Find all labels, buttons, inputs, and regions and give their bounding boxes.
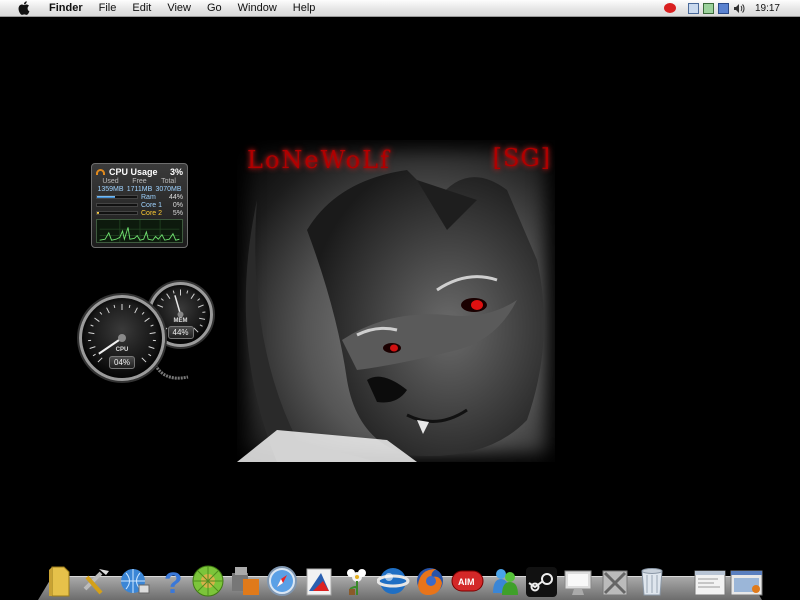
gauge-tick xyxy=(197,304,204,308)
aim-icon[interactable]: AIM xyxy=(451,562,484,600)
steam-icon[interactable] xyxy=(525,562,558,600)
tray-network-icon[interactable] xyxy=(687,2,699,14)
menu-view[interactable]: View xyxy=(159,0,199,17)
ram-bar-row: Ram 44% xyxy=(96,193,183,201)
gauge-tick xyxy=(144,317,150,322)
apple-menu-icon[interactable] xyxy=(17,1,31,15)
ram-bar-fill xyxy=(97,196,115,198)
wallpaper-title: LoNeWoLf xyxy=(247,146,391,174)
cpu-gauge-label: CPU xyxy=(115,347,129,353)
wolf-illustration xyxy=(237,170,545,462)
aim-label: AIM xyxy=(458,577,475,587)
ram-percent: 44% xyxy=(168,193,183,201)
menu-clock[interactable]: 19:17 xyxy=(755,3,780,14)
dock: ? AIM xyxy=(42,556,763,600)
gauge-tick xyxy=(166,293,171,299)
cpu-history-graph xyxy=(96,219,183,243)
melon-app-icon[interactable] xyxy=(192,562,225,600)
svg-text:?: ? xyxy=(164,567,182,599)
ram-bar xyxy=(96,195,138,199)
core2-label: Core 2 xyxy=(141,209,163,217)
core2-bar-fill xyxy=(97,212,99,214)
cpu-widget-header: CPU Usage 3% xyxy=(96,167,183,177)
ram-label: Ram xyxy=(141,193,156,201)
trash-icon[interactable] xyxy=(636,562,669,600)
memory-gauge-needle xyxy=(174,295,182,315)
core1-label: Core 1 xyxy=(141,201,163,209)
gauge-tick xyxy=(193,327,199,333)
value-used: 1359MB xyxy=(97,186,124,193)
gauge-icon xyxy=(96,169,105,175)
browser-globe-icon[interactable] xyxy=(377,562,410,600)
header-free: Free xyxy=(132,178,147,185)
menu-edit[interactable]: Edit xyxy=(124,0,159,17)
safari-icon[interactable] xyxy=(266,562,299,600)
core2-bar-row: Core 2 5% xyxy=(96,209,183,217)
tray-display-icon[interactable] xyxy=(717,2,729,14)
gauge-tick xyxy=(99,311,103,315)
gauge-tick xyxy=(97,357,103,363)
network-globe-icon[interactable] xyxy=(118,562,151,600)
memory-gauge-value: 44% xyxy=(167,326,194,339)
menu-finder[interactable]: Finder xyxy=(45,0,91,17)
help-icon[interactable]: ? xyxy=(155,562,188,600)
gauge-tick xyxy=(113,304,116,308)
monitor-icon[interactable] xyxy=(562,562,595,600)
gauge-tick xyxy=(94,317,100,322)
core2-bar xyxy=(96,211,138,215)
core2-percent: 5% xyxy=(172,209,183,217)
messenger-icon[interactable] xyxy=(488,562,521,600)
cpu-widget-title: CPU Usage xyxy=(109,167,158,177)
gauge-tick xyxy=(88,332,95,335)
menu-bar: Finder File Edit View Go Window Help 19:… xyxy=(0,0,800,17)
gauge-tick xyxy=(128,304,131,308)
gauge-tick xyxy=(106,307,110,314)
wallpaper-tag: [SG] xyxy=(492,144,551,172)
menu-go[interactable]: Go xyxy=(199,0,230,17)
flower-app-icon[interactable] xyxy=(340,562,373,600)
menu-file[interactable]: File xyxy=(91,0,125,17)
utilities-icon[interactable] xyxy=(81,562,114,600)
tray-safely-remove-icon[interactable] xyxy=(702,2,714,14)
header-total: Total xyxy=(161,178,176,185)
gauge-tick xyxy=(172,290,175,294)
value-free: 1711MB xyxy=(126,186,153,193)
window-1-icon[interactable] xyxy=(693,562,726,600)
window-2-icon[interactable] xyxy=(730,562,763,600)
gauge-tick xyxy=(149,332,156,335)
gauge-tick xyxy=(134,307,138,314)
core1-percent: 0% xyxy=(172,201,183,209)
toolbox-app-icon[interactable] xyxy=(229,562,262,600)
folder-icon[interactable] xyxy=(44,562,77,600)
gauge-tick xyxy=(148,353,152,357)
gauge-tick xyxy=(197,298,201,301)
gauge-tick xyxy=(190,293,195,299)
memory-values: 1359MB 1711MB 3070MB xyxy=(96,186,183,193)
menu-help[interactable]: Help xyxy=(285,0,324,17)
core1-bar-row: Core 1 0% xyxy=(96,201,183,209)
gauge-tick xyxy=(186,290,189,294)
volume-icon[interactable] xyxy=(733,3,745,14)
menu-window[interactable]: Window xyxy=(230,0,285,17)
gauge-tick xyxy=(141,311,145,315)
cpu-widget-percent: 3% xyxy=(169,167,183,177)
system-tools-icon[interactable] xyxy=(599,562,632,600)
gauge-tick xyxy=(141,357,147,363)
firefox-icon[interactable] xyxy=(414,562,447,600)
value-total: 3070MB xyxy=(155,186,182,193)
cpu-gauge-value: 04% xyxy=(108,356,136,369)
tray-app-icon[interactable] xyxy=(663,3,676,13)
cpu-usage-widget[interactable]: CPU Usage 3% Used Free Total 1359MB 1711… xyxy=(91,163,188,248)
image-app-icon[interactable] xyxy=(303,562,336,600)
gauge-tick xyxy=(150,324,154,327)
menu-extras: 19:17 xyxy=(663,2,800,14)
gauge-tick xyxy=(92,353,96,357)
memory-headers: Used Free Total xyxy=(96,178,183,185)
wallpaper-wolf-art: LoNeWoLf [SG] xyxy=(237,140,555,462)
cpu-gauge[interactable]: CPU 04% xyxy=(79,295,165,381)
core1-bar xyxy=(96,203,138,207)
header-used: Used xyxy=(102,178,119,185)
gauge-tick xyxy=(199,324,203,327)
gauge-tick xyxy=(90,324,94,327)
